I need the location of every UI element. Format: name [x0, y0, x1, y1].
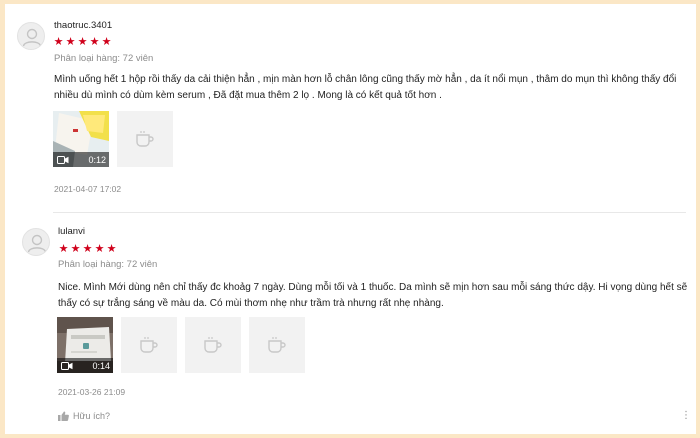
user-avatar-icon[interactable]	[17, 22, 45, 50]
thumbs-up-icon	[58, 411, 69, 421]
video-duration: 0:12	[88, 154, 106, 165]
star-icon: ★	[65, 36, 76, 48]
review-item: lulanvi ★ ★ ★ ★ ★ Phân loại hàng: 72 viên Ni…	[5, 213, 696, 434]
video-camera-icon	[61, 361, 73, 370]
product-variant: Phân loại hàng: 72 viên	[54, 53, 154, 64]
review-date: 2021-04-07 17:02	[54, 184, 122, 194]
review-username[interactable]: thaotruc.3401	[54, 20, 112, 31]
review-comment: Mình uống hết 1 hộp rồi thấy da cải thiệ…	[54, 74, 677, 101]
star-icon: ★	[70, 243, 81, 255]
image-placeholder[interactable]	[185, 317, 241, 373]
image-placeholder-icon	[204, 337, 222, 353]
image-placeholder-icon	[140, 337, 158, 353]
star-icon: ★	[53, 36, 64, 48]
video-info-bar: 0:12	[53, 152, 109, 167]
review-date: 2021-03-26 21:09	[58, 387, 126, 397]
star-icon: ★	[82, 243, 93, 255]
video-duration: 0:14	[92, 360, 110, 371]
star-icon: ★	[77, 36, 88, 48]
product-variant: Phân loại hàng: 72 viên	[58, 259, 158, 270]
star-icon: ★	[101, 36, 112, 48]
video-thumbnail[interactable]: 0:14	[57, 317, 113, 373]
image-placeholder-icon	[136, 131, 154, 147]
helpful-label: Hữu ích?	[73, 411, 111, 421]
video-thumbnail[interactable]: 0:12	[53, 111, 109, 167]
review-item: thaotruc.3401 ★ ★ ★ ★ ★ Phân loại hàng: 72 v…	[5, 4, 696, 212]
video-info-bar: 0:14	[57, 358, 113, 373]
image-placeholder[interactable]	[121, 317, 177, 373]
user-avatar-icon[interactable]	[22, 228, 50, 256]
more-dots-icon[interactable]: ⋮	[681, 410, 691, 421]
image-placeholder[interactable]	[249, 317, 305, 373]
rating-stars: ★ ★ ★ ★ ★	[58, 244, 117, 255]
review-comment: Nice. Mình Mới dùng nên chỉ thấy đc khoả…	[58, 282, 688, 309]
star-icon: ★	[106, 243, 117, 255]
helpful-button[interactable]: Hữu ích?	[58, 411, 110, 421]
star-icon: ★	[58, 243, 69, 255]
star-icon: ★	[89, 36, 100, 48]
image-placeholder-icon	[268, 337, 286, 353]
review-username[interactable]: lulanvi	[58, 226, 85, 237]
rating-stars: ★ ★ ★ ★ ★	[53, 37, 112, 48]
image-placeholder[interactable]	[117, 111, 173, 167]
review-media: 0:12	[53, 111, 173, 167]
review-media: 0:14	[57, 317, 305, 373]
star-icon: ★	[94, 243, 105, 255]
reviews-panel: thaotruc.3401 ★ ★ ★ ★ ★ Phân loại hàng: 72 v…	[5, 4, 696, 434]
video-camera-icon	[57, 155, 69, 164]
